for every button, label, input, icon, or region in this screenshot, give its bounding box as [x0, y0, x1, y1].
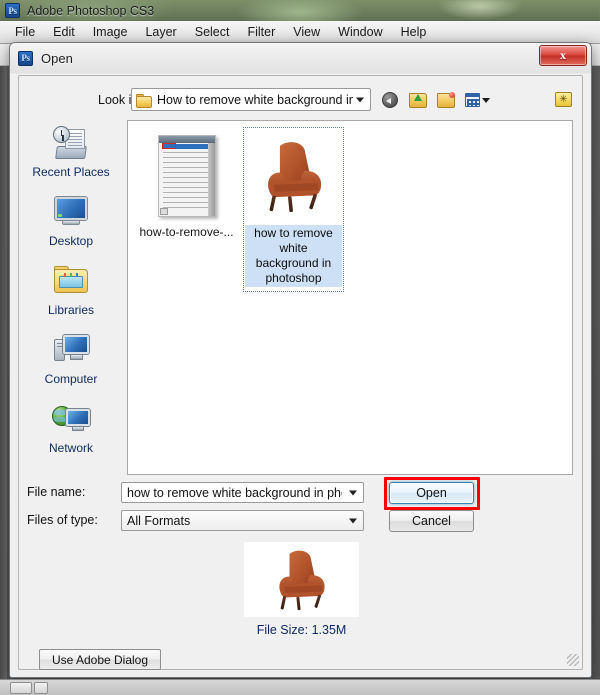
- views-button[interactable]: [463, 89, 493, 111]
- back-arrow-icon: [382, 91, 398, 108]
- filename-value: how to remove white background in photos…: [127, 485, 342, 500]
- up-folder-icon: [409, 92, 427, 108]
- status-chip: [10, 682, 32, 694]
- sidebar-item-network[interactable]: Network: [19, 396, 123, 465]
- menu-item-layer[interactable]: Layer: [136, 23, 185, 41]
- use-adobe-dialog-button[interactable]: Use Adobe Dialog: [39, 649, 161, 670]
- filetype-dropdown[interactable]: All Formats: [121, 510, 364, 531]
- sidebar-item-desktop[interactable]: Desktop: [19, 189, 123, 258]
- preview-area: File Size: 1.35M: [19, 542, 584, 637]
- folder-icon: [136, 93, 152, 108]
- photoshop-icon: Ps: [5, 3, 20, 18]
- photoshop-menubar: File Edit Image Layer Select Filter View…: [0, 21, 600, 44]
- photoshop-status-bar: [0, 679, 600, 695]
- file-grid: how-to-remove-... how to remove white ba…: [128, 121, 572, 292]
- filename-label: File name:: [27, 485, 86, 499]
- new-folder-button[interactable]: [435, 89, 457, 111]
- dialog-photoshop-icon: Ps: [18, 50, 33, 66]
- list-item[interactable]: how-to-remove-...: [136, 127, 237, 292]
- menu-item-filter[interactable]: Filter: [238, 23, 284, 41]
- menu-item-file[interactable]: File: [6, 23, 44, 41]
- menu-item-window[interactable]: Window: [329, 23, 391, 41]
- views-grid-icon: [465, 92, 480, 107]
- places-sidebar: Recent Places Desktop Libraries Computer: [19, 120, 123, 475]
- menu-item-help[interactable]: Help: [392, 23, 436, 41]
- menu-item-image[interactable]: Image: [84, 23, 137, 41]
- filetype-value: All Formats: [127, 513, 191, 528]
- sidebar-item-libraries[interactable]: Libraries: [19, 258, 123, 327]
- desktop-monitor-icon: [51, 193, 91, 231]
- file-thumbnail: [249, 132, 338, 220]
- lookin-row: Look in: How to remove white background …: [19, 86, 584, 116]
- list-item[interactable]: how to remove white background in photos…: [243, 127, 344, 292]
- resize-grip-icon[interactable]: [567, 654, 579, 666]
- recent-places-icon: [51, 124, 91, 162]
- file-size-text: File Size: 1.35M: [256, 623, 347, 637]
- libraries-folder-icon: [51, 262, 91, 300]
- computer-icon: [51, 331, 91, 369]
- menu-item-select[interactable]: Select: [186, 23, 239, 41]
- back-button[interactable]: [379, 89, 401, 111]
- menu-item-edit[interactable]: Edit: [44, 23, 84, 41]
- sidebar-item-recent-places[interactable]: Recent Places: [19, 120, 123, 189]
- dialog-toolbar: [379, 88, 493, 111]
- lookin-value: How to remove white background in Photos…: [157, 92, 353, 107]
- app-title: Adobe Photoshop CS3: [27, 3, 155, 18]
- chevron-down-icon[interactable]: [349, 490, 357, 495]
- dialog-titlebar: Ps Open x: [10, 43, 591, 73]
- sidebar-item-label: Recent Places: [32, 165, 110, 179]
- open-dialog-window: Ps Open x Look in: How to remove white b…: [9, 42, 592, 678]
- sidebar-item-label: Libraries: [47, 303, 95, 317]
- open-button[interactable]: Open: [389, 482, 474, 504]
- dialog-form-area: File name: how to remove white backgroun…: [19, 477, 584, 540]
- orange-chair-photo: [249, 132, 338, 220]
- tools-folder-button[interactable]: [553, 88, 575, 110]
- filename-input[interactable]: how to remove white background in photos…: [121, 482, 364, 503]
- chevron-down-icon: [482, 97, 490, 103]
- cancel-button[interactable]: Cancel: [389, 510, 474, 532]
- chevron-down-icon[interactable]: [349, 518, 357, 523]
- file-list-panel[interactable]: how-to-remove-... how to remove white ba…: [127, 120, 573, 475]
- new-folder-icon: [437, 91, 455, 108]
- lookin-dropdown[interactable]: How to remove white background in Photos…: [131, 88, 371, 111]
- file-label: how-to-remove-...: [139, 225, 234, 239]
- photoshop-toolbar-edge: [0, 66, 7, 695]
- dialog-content-panel: Look in: How to remove white background …: [18, 75, 583, 670]
- up-folder-button[interactable]: [407, 89, 429, 111]
- dialog-title: Open: [41, 50, 73, 66]
- preview-image: [244, 542, 359, 617]
- file-thumbnail: [143, 132, 231, 220]
- sidebar-item-label: Computer: [44, 372, 98, 386]
- close-icon[interactable]: x: [539, 45, 587, 66]
- menu-item-view[interactable]: View: [284, 23, 329, 41]
- photoshop-titlebar: Ps Adobe Photoshop CS3: [0, 0, 600, 21]
- filetype-label: Files of type:: [27, 513, 98, 527]
- sidebar-item-computer[interactable]: Computer: [19, 327, 123, 396]
- file-label: how to remove white background in photos…: [245, 225, 342, 287]
- sidebar-item-label: Network: [48, 441, 93, 455]
- status-chip: [34, 682, 48, 694]
- sidebar-item-label: Desktop: [48, 234, 94, 248]
- screenshot-thumbnail-icon: [157, 135, 216, 217]
- network-globe-icon: [51, 400, 91, 438]
- tools-folder-icon: [555, 92, 572, 107]
- chevron-down-icon: [356, 97, 364, 102]
